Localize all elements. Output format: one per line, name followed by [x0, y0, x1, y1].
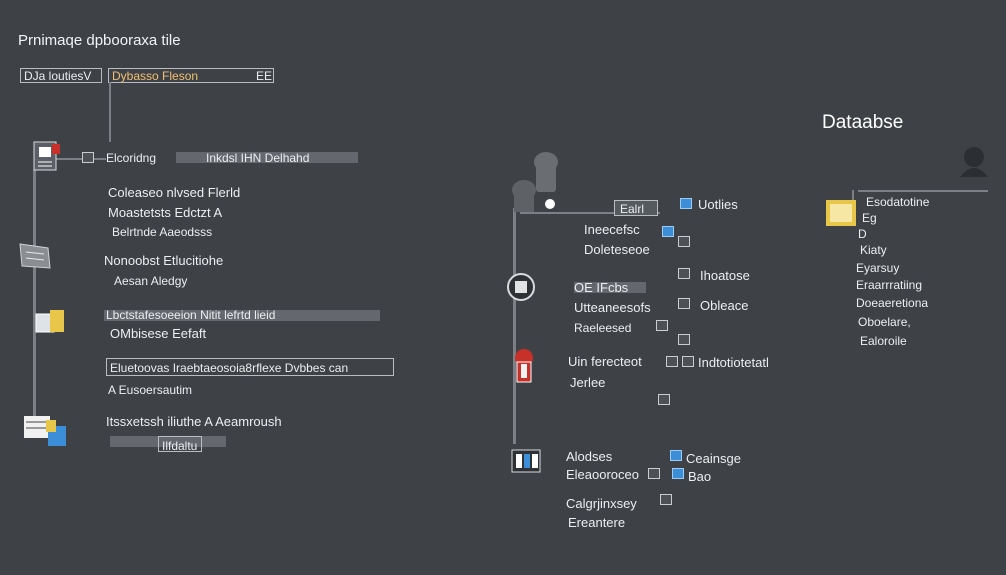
header-tab-label: DJa loutiesV	[24, 69, 92, 83]
node4-item: Uin ferecteot	[568, 354, 642, 369]
node5-chip	[648, 468, 660, 479]
right-list-item: Eyarsuy	[856, 261, 900, 275]
node4-item: Jerlee	[570, 375, 606, 390]
group1-item: Moastetsts Edctzt A	[108, 205, 223, 220]
top-label: Uotlies	[698, 197, 738, 212]
node2-doc-chip	[678, 236, 690, 247]
node5-item: Eleaooroceo	[566, 467, 639, 482]
right-list-item: Eg	[862, 211, 877, 225]
group1-item: Belrtnde Aaeodsss	[112, 225, 213, 239]
group3-item: Lbctstafesoeeion Nitit lefrtd lieid	[106, 308, 276, 322]
top-tag: Ealrl	[620, 202, 645, 216]
node4-doc-chip	[658, 394, 670, 405]
node2-item: Doleteseoe	[584, 242, 650, 257]
document-stack-icon	[33, 141, 60, 171]
user-icon	[960, 147, 988, 177]
database-heading: Dataabse	[822, 112, 904, 133]
file-list-icon	[24, 416, 66, 446]
node5-right-item: Bao	[688, 469, 712, 484]
right-list-header: Esodatotine	[866, 195, 930, 209]
database-round-icon	[507, 273, 535, 301]
right-list-item: Ealoroile	[860, 334, 907, 348]
table-icon	[511, 449, 541, 473]
node6-chip	[660, 494, 672, 505]
node3-right-chip	[678, 268, 690, 279]
group2-item: Nonoobst Etlucitiohe	[104, 253, 224, 268]
node3-item: Raeleesed	[574, 321, 632, 335]
group5-item: Itssxetssh iliuthe A Aeamroush	[106, 414, 282, 429]
node3-item: Utteaneesofs	[574, 300, 651, 315]
lock-icon	[515, 349, 533, 383]
node3-right-chip	[678, 298, 690, 309]
group4-item: A Eusoersautim	[108, 383, 193, 397]
node3-chip	[656, 320, 668, 331]
node5-right-chip	[670, 450, 682, 461]
group1-item: Coleaseo nlvsed Flerld	[108, 185, 241, 200]
node4-chip	[666, 356, 678, 367]
node6-item: Calgrjinxsey	[566, 496, 637, 511]
right-list-item: Kiaty	[860, 243, 887, 257]
right-list-item: Doeaeretiona	[856, 296, 929, 310]
right-list-item: Oboelare,	[858, 315, 911, 329]
middle-trunk-line	[513, 208, 516, 444]
node5-right-item: Ceainsge	[686, 451, 741, 466]
node4-right-item: Indtotiotetatl	[698, 355, 769, 370]
node3-right-item: Ihoatose	[700, 268, 750, 283]
notepad-icon	[826, 200, 856, 226]
node4-chip	[682, 356, 694, 367]
node5-item: Alodses	[566, 449, 613, 464]
node3-item: OE IFcbs	[574, 280, 629, 295]
node1-label: Elcoridng	[106, 151, 157, 165]
right-list-item: D	[858, 227, 867, 241]
group4-item: Eluetoovas Iraebtaeosoia8rflexe Dvbbes c…	[110, 361, 349, 375]
folder-icon	[19, 243, 51, 269]
node3-doc-chip	[678, 334, 690, 345]
node1-secondary: Inkdsl IHN Delhahd	[206, 151, 310, 165]
header-connector-line	[109, 82, 111, 142]
group3-item: OMbisese Eefaft	[110, 326, 207, 341]
right-top-line	[858, 190, 988, 192]
header-field-tag: EE	[256, 69, 273, 83]
node5-right-chip	[672, 468, 684, 479]
header-field-label: Dybasso Fleson	[112, 69, 199, 83]
right-list-item: Eraarrratiing	[856, 278, 923, 292]
group2-item: Aesan Aledgy	[114, 274, 188, 288]
notes-icon	[35, 310, 64, 333]
left-trunk-line	[33, 170, 36, 430]
node2-item: Ineecefsc	[584, 222, 640, 237]
node2-chip	[662, 226, 674, 237]
page-title: Prnimaqe dpbooraxa tile	[18, 32, 181, 49]
group5-item: Ilfdaltu	[162, 439, 198, 453]
server-icon	[512, 152, 558, 212]
node3-right-item: Obleace	[700, 298, 749, 313]
node1-chip	[82, 152, 94, 163]
top-chip	[680, 198, 692, 209]
node6-item: Ereantere	[568, 515, 626, 530]
